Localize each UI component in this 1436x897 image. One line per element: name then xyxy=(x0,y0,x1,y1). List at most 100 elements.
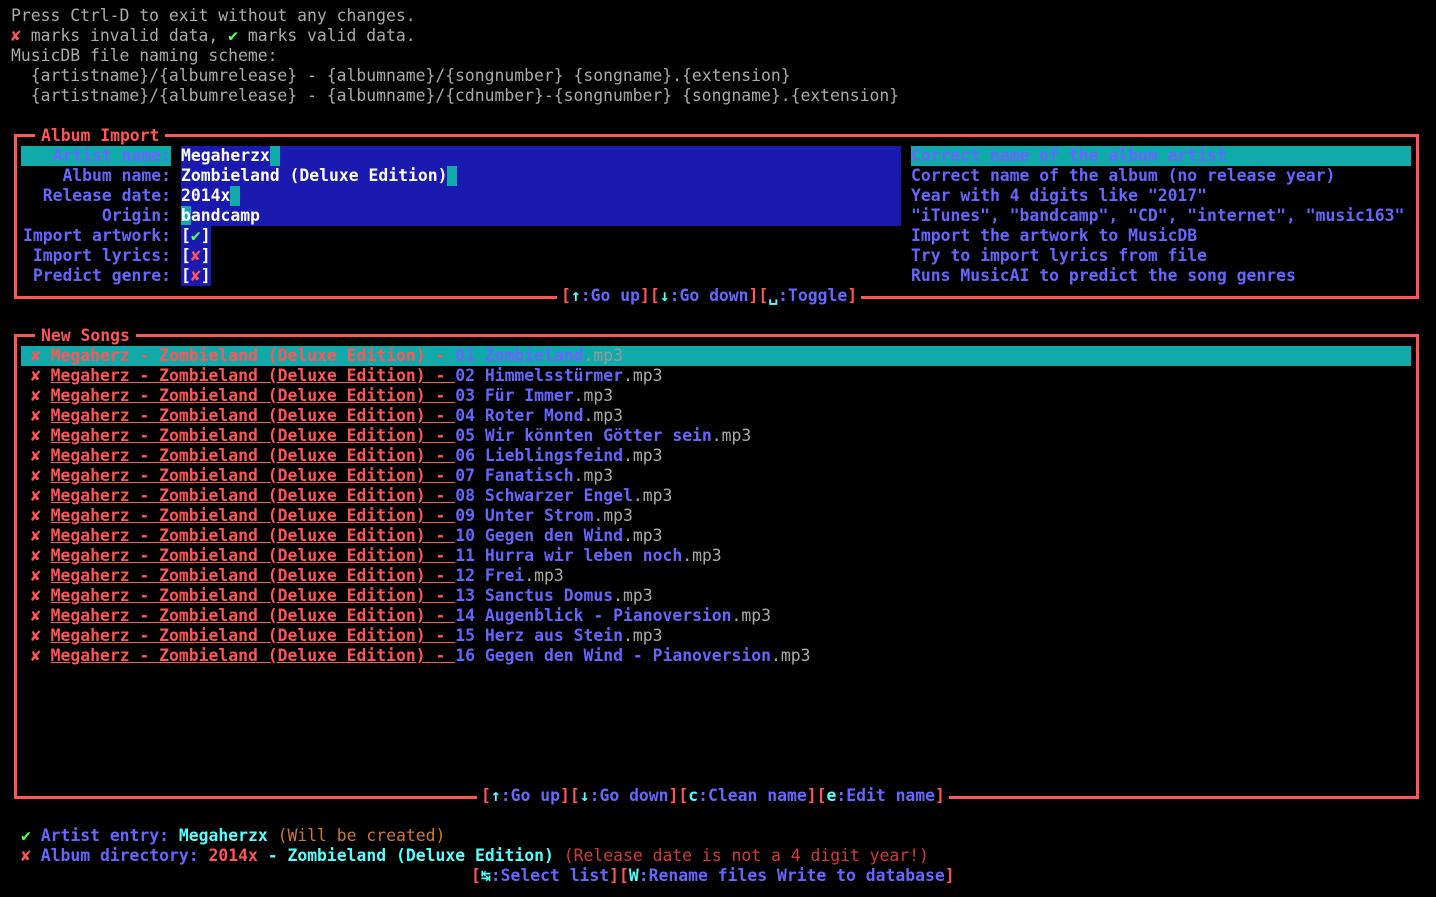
song-row[interactable]: ✘ Megaherz - Zombieland (Deluxe Edition)… xyxy=(21,426,1411,446)
cross-icon: ✘ xyxy=(30,586,41,605)
valid-mark-icon: ✔ xyxy=(228,26,238,45)
song-name: Roter Mond xyxy=(484,406,584,425)
help-album-name: Correct name of the album (no release ye… xyxy=(911,166,1336,185)
cross-icon: ✘ xyxy=(30,466,41,485)
import-artwork-checkbox[interactable]: [✔] xyxy=(181,226,211,246)
song-row[interactable]: ✘ Megaherz - Zombieland (Deluxe Edition)… xyxy=(21,566,1411,586)
song-name: Gegen den Wind - Pianoversion xyxy=(484,646,771,665)
song-row[interactable]: ✘ Megaherz - Zombieland (Deluxe Edition)… xyxy=(21,546,1411,566)
song-name: Für Immer xyxy=(484,386,574,405)
song-number: 05 xyxy=(455,426,485,445)
song-artist-prefix: Megaherz - Zombieland (Deluxe Edition) - xyxy=(50,426,456,445)
song-row[interactable]: ✘ Megaherz - Zombieland (Deluxe Edition)… xyxy=(21,606,1411,626)
song-row[interactable]: ✘ Megaherz - Zombieland (Deluxe Edition)… xyxy=(21,526,1411,546)
song-name: Sanctus Domus xyxy=(484,586,614,605)
song-number: 02 xyxy=(455,366,485,385)
song-extension: .mp3 xyxy=(731,606,772,625)
song-artist-prefix: Megaherz - Zombieland (Deluxe Edition) - xyxy=(50,446,456,465)
song-extension: .mp3 xyxy=(771,646,811,665)
help-import-lyrics: Try to import lyrics from file xyxy=(911,246,1208,265)
release-date-input[interactable] xyxy=(181,186,901,206)
cross-icon: ✘ xyxy=(30,506,41,525)
scheme-line-1: {artistname}/{albumrelease} - {albumname… xyxy=(11,66,791,85)
song-row[interactable]: ✘ Megaherz - Zombieland (Deluxe Edition)… xyxy=(21,626,1411,646)
song-artist-prefix: Megaherz - Zombieland (Deluxe Edition) - xyxy=(50,586,456,605)
song-name: Gegen den Wind xyxy=(484,526,623,545)
song-row[interactable]: ✘ Megaherz - Zombieland (Deluxe Edition)… xyxy=(21,506,1411,526)
song-row[interactable]: ✘ Megaherz - Zombieland (Deluxe Edition)… xyxy=(21,586,1411,606)
help-release-date: Year with 4 digits like "2017" xyxy=(911,186,1208,205)
album-name-value[interactable]: Zombieland (Deluxe Edition) xyxy=(181,166,458,186)
song-artist-prefix: Megaherz - Zombieland (Deluxe Edition) - xyxy=(50,546,456,565)
check-icon: ✔ xyxy=(190,226,201,245)
song-name: Zombieland xyxy=(484,346,584,365)
album-import-hints: [↑:Go up][↓:Go down][␣:Toggle] xyxy=(557,286,862,306)
song-extension: .mp3 xyxy=(682,546,722,565)
help-import-artwork: Import the artwork to MusicDB xyxy=(911,226,1198,245)
song-row[interactable]: ✘ Megaherz - Zombieland (Deluxe Edition)… xyxy=(21,446,1411,466)
artist-name-input[interactable] xyxy=(181,146,901,166)
cross-icon: ✘ xyxy=(21,846,31,865)
text-cursor xyxy=(230,186,241,206)
song-name: Lieblingsfeind xyxy=(484,446,623,465)
song-extension: .mp3 xyxy=(711,426,752,445)
song-row[interactable]: ✘ Megaherz - Zombieland (Deluxe Edition)… xyxy=(21,486,1411,506)
song-name: Fanatisch xyxy=(484,466,574,485)
legend-line: ✘ marks invalid data, ✔ marks valid data… xyxy=(11,26,416,46)
album-directory-status: ✘ Album directory: 2014x - Zombieland (D… xyxy=(21,846,929,865)
song-name: Himmelsstürmer xyxy=(484,366,623,385)
cross-icon: ✘ xyxy=(30,546,41,565)
song-extension: .mp3 xyxy=(583,346,623,365)
check-icon: ✔ xyxy=(21,826,31,845)
song-row[interactable]: ✘ Megaherz - Zombieland (Deluxe Edition)… xyxy=(21,406,1411,426)
song-artist-prefix: Megaherz - Zombieland (Deluxe Edition) - xyxy=(50,526,456,545)
text-cursor xyxy=(269,146,280,166)
song-number: 10 xyxy=(455,526,485,545)
cross-icon: ✘ xyxy=(30,626,41,645)
predict-genre-label: Predict genre: xyxy=(32,266,171,285)
artist-name-value[interactable]: Megaherzx xyxy=(181,146,280,166)
cross-icon: ✘ xyxy=(30,606,41,625)
song-extension: .mp3 xyxy=(632,486,673,505)
tab-key-icon: ↹ xyxy=(480,866,491,885)
import-artwork-label: Import artwork: xyxy=(22,226,171,245)
song-extension: .mp3 xyxy=(583,406,623,425)
cross-icon: ✘ xyxy=(190,266,201,285)
album-name-label: Album name: xyxy=(62,166,171,185)
release-date-value[interactable]: 2014x xyxy=(181,186,241,206)
invalid-mark-icon: ✘ xyxy=(11,26,21,45)
song-number: 09 xyxy=(455,506,485,525)
song-artist-prefix: Megaherz - Zombieland (Deluxe Edition) - xyxy=(50,486,456,505)
song-row[interactable]: ✘ Megaherz - Zombieland (Deluxe Edition)… xyxy=(21,386,1411,406)
song-row[interactable]: ✘ Megaherz - Zombieland (Deluxe Edition)… xyxy=(21,646,1411,666)
song-name: Augenblick - Pianoversion xyxy=(484,606,732,625)
song-row[interactable]: ✘ Megaherz - Zombieland (Deluxe Edition)… xyxy=(21,346,1411,366)
song-artist-prefix: Megaherz - Zombieland (Deluxe Edition) - xyxy=(50,466,456,485)
origin-value[interactable]: bandcamp xyxy=(181,206,260,226)
song-number: 03 xyxy=(455,386,485,405)
song-artist-prefix: Megaherz - Zombieland (Deluxe Edition) - xyxy=(50,506,456,525)
cross-icon: ✘ xyxy=(30,646,41,665)
import-lyrics-checkbox[interactable]: [✘] xyxy=(181,246,211,266)
help-origin: "iTunes", "bandcamp", "CD", "internet", … xyxy=(911,206,1405,225)
cross-icon: ✘ xyxy=(30,566,41,585)
origin-input[interactable] xyxy=(181,206,901,226)
cross-icon: ✘ xyxy=(30,446,41,465)
song-number: 07 xyxy=(455,466,485,485)
song-artist-prefix: Megaherz - Zombieland (Deluxe Edition) - xyxy=(50,646,456,665)
song-artist-prefix: Megaherz - Zombieland (Deluxe Edition) - xyxy=(50,606,456,625)
song-row[interactable]: ✘ Megaherz - Zombieland (Deluxe Edition)… xyxy=(21,366,1411,386)
song-row[interactable]: ✘ Megaherz - Zombieland (Deluxe Edition)… xyxy=(21,466,1411,486)
cross-icon: ✘ xyxy=(30,406,41,425)
cross-icon: ✘ xyxy=(30,486,41,505)
footer-hints: [↹:Select list][W:Rename files Write to … xyxy=(471,866,955,885)
scheme-title: MusicDB file naming scheme: xyxy=(11,46,278,65)
arrow-down-icon: ↓ xyxy=(579,786,590,805)
song-number: 12 xyxy=(455,566,485,585)
song-number: 11 xyxy=(455,546,485,565)
predict-genre-checkbox[interactable]: [✘] xyxy=(181,266,211,286)
song-number: 13 xyxy=(455,586,485,605)
new-songs-title: New Songs xyxy=(35,326,136,346)
song-name: Herz aus Stein xyxy=(484,626,623,645)
song-name: Wir könnten Götter sein xyxy=(484,426,712,445)
